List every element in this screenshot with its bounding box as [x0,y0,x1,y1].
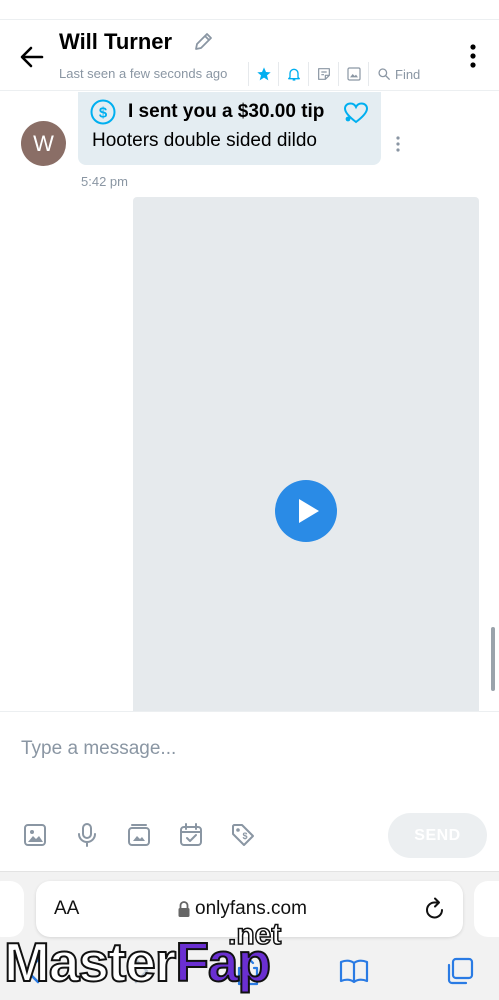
svg-text:$: $ [242,831,247,841]
microphone-icon[interactable] [74,822,100,848]
lock-icon [178,901,190,917]
url-text[interactable]: onlyfans.com [195,898,307,920]
pencil-icon[interactable] [192,31,214,53]
play-icon [299,499,319,523]
watermark-logo: .net MasterFap [0,918,499,1000]
price-tag-icon[interactable]: $ [230,822,256,848]
message-composer: $ SEND [0,711,499,871]
message-thread[interactable]: W $ I sent you a $30.00 tip Hooters doub… [0,92,499,711]
media-vault-icon[interactable] [126,822,152,848]
tip-message-bubble[interactable]: $ I sent you a $30.00 tip Hooters double… [78,92,381,165]
star-icon [256,67,271,81]
gallery-button[interactable] [338,62,368,86]
chat-header: Will Turner Last seen a few seconds ago [0,21,499,91]
watermark-part-a: Master [3,931,177,993]
last-seen-status: Last seen a few seconds ago [59,66,228,81]
message-timestamp: 5:42 pm [81,174,128,189]
favorite-button[interactable] [248,62,278,86]
avatar[interactable]: W [21,121,66,166]
watermark-part-b: Fap [174,931,272,993]
schedule-icon[interactable] [178,822,204,848]
send-button[interactable]: SEND [388,813,487,858]
find-button[interactable]: Find [368,62,420,86]
more-options-icon[interactable] [467,43,479,69]
play-button[interactable] [275,480,337,542]
header-actions: Find [248,62,420,86]
media-placeholder-note [133,197,479,711]
heart-icon[interactable] [342,101,370,125]
text-size-button[interactable]: AA [54,898,79,920]
composer-tools: $ [22,822,256,848]
chat-screen: Will Turner Last seen a few seconds ago [0,0,499,1000]
page-title[interactable]: Will Turner [59,29,172,55]
status-area [0,0,499,20]
find-label: Find [395,66,421,82]
svg-text:$: $ [99,105,108,122]
watermark-wordmark: MasterFap [3,934,272,991]
note-icon [317,68,330,80]
tip-amount-text: I sent you a $30.00 tip [128,101,325,122]
gallery-icon [346,67,361,81]
message-text: Hooters double sided dildo [92,130,317,151]
back-arrow-icon[interactable] [16,41,48,73]
notes-button[interactable] [308,62,338,86]
message-input[interactable] [21,736,461,762]
image-icon[interactable] [22,822,48,848]
search-icon [378,68,390,80]
message-options-icon[interactable] [394,135,402,153]
scrollbar[interactable] [491,627,495,691]
bell-icon [287,68,300,81]
notifications-button[interactable] [278,62,308,86]
video-thumbnail[interactable] [133,197,479,711]
dollar-circle-icon: $ [90,99,116,125]
